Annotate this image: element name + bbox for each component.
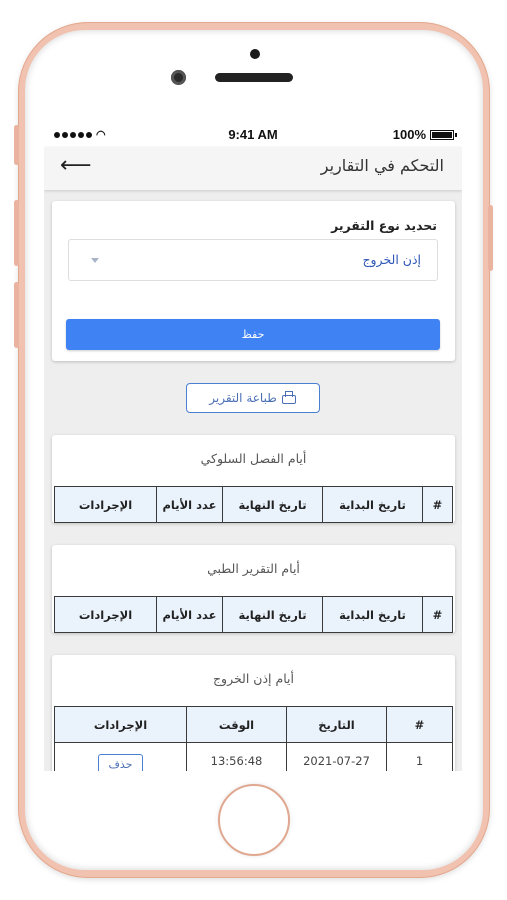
report-type-selected-value: إذن الخروج <box>362 252 421 267</box>
chevron-down-icon <box>91 258 99 263</box>
section-title: أيام الفصل السلوكي <box>200 451 307 466</box>
app-bar: التحكم في التقارير ⟵ <box>44 147 462 190</box>
exit-permission-section: أيام إذن الخروج # التاريخ الوقت الإجرادا… <box>52 655 455 771</box>
status-right: 100% <box>392 127 457 142</box>
medical-report-section: أيام التقرير الطبي # تاريخ البداية تاريخ… <box>52 545 455 633</box>
battery-percent: 100% <box>392 127 426 142</box>
column-header: عدد الأيام <box>156 486 223 523</box>
column-header: عدد الأيام <box>156 596 223 633</box>
section-title: أيام إذن الخروج <box>212 671 295 686</box>
home-button[interactable] <box>218 784 290 856</box>
front-camera <box>171 70 186 85</box>
print-report-label: طباعة التقرير <box>209 391 277 405</box>
row-date: 2021-07-27 <box>286 742 387 771</box>
printer-icon <box>281 391 297 405</box>
column-header: # <box>422 596 453 633</box>
table-header-row: # التاريخ الوقت الإجرادات <box>54 706 453 743</box>
row-time: 13:56:48 <box>186 742 287 771</box>
screen: ◠ 9:41 AM 100% التحكم في التقارير ⟵ تحدي… <box>44 123 462 771</box>
report-type-select[interactable]: إذن الخروج <box>68 239 438 281</box>
battery-icon <box>430 129 457 140</box>
table-header-row: # تاريخ البداية تاريخ النهاية عدد الأيام… <box>54 486 453 523</box>
side-mute-button <box>14 125 19 165</box>
row-index: 1 <box>386 742 453 771</box>
column-header: تاريخ النهاية <box>222 486 323 523</box>
back-arrow-icon[interactable]: ⟵ <box>60 153 92 178</box>
sensor-dot <box>250 49 260 59</box>
side-volume-up-button <box>14 200 19 266</box>
section-title: أيام التقرير الطبي <box>207 561 300 576</box>
status-bar: ◠ 9:41 AM 100% <box>44 123 462 147</box>
table-row: 1 2021-07-27 13:56:48 حذف <box>54 742 453 771</box>
table-header-row: # تاريخ البداية تاريخ النهاية عدد الأيام… <box>54 596 453 633</box>
column-header: الإجرادات <box>54 706 187 743</box>
column-header: التاريخ <box>286 706 387 743</box>
behavioral-suspension-table: # تاريخ البداية تاريخ النهاية عدد الأيام… <box>54 486 453 523</box>
earpiece-speaker <box>215 73 293 82</box>
row-actions: حذف <box>54 742 187 771</box>
report-type-card: تحديد نوع التقرير إذن الخروج حفظ <box>52 201 455 361</box>
save-button[interactable]: حفظ <box>66 319 440 350</box>
exit-permission-table: # التاريخ الوقت الإجرادات 1 2021-07-27 1… <box>54 706 453 771</box>
behavioral-suspension-section: أيام الفصل السلوكي # تاريخ البداية تاريخ… <box>52 435 455 523</box>
page-title: التحكم في التقارير <box>320 156 444 175</box>
report-type-label: تحديد نوع التقرير <box>331 218 437 233</box>
content: تحديد نوع التقرير إذن الخروج حفظ طباعة ا… <box>44 190 462 771</box>
side-volume-down-button <box>14 282 19 348</box>
column-header: تاريخ النهاية <box>222 596 323 633</box>
column-header: # <box>422 486 453 523</box>
column-header: تاريخ البداية <box>322 596 423 633</box>
column-header: الإجرادات <box>54 596 157 633</box>
medical-report-table: # تاريخ البداية تاريخ النهاية عدد الأيام… <box>54 596 453 633</box>
delete-button[interactable]: حذف <box>97 754 144 771</box>
column-header: الإجرادات <box>54 486 157 523</box>
column-header: الوقت <box>186 706 287 743</box>
column-header: تاريخ البداية <box>322 486 423 523</box>
side-power-button <box>488 205 493 271</box>
column-header: # <box>386 706 453 743</box>
print-report-button[interactable]: طباعة التقرير <box>186 383 320 413</box>
